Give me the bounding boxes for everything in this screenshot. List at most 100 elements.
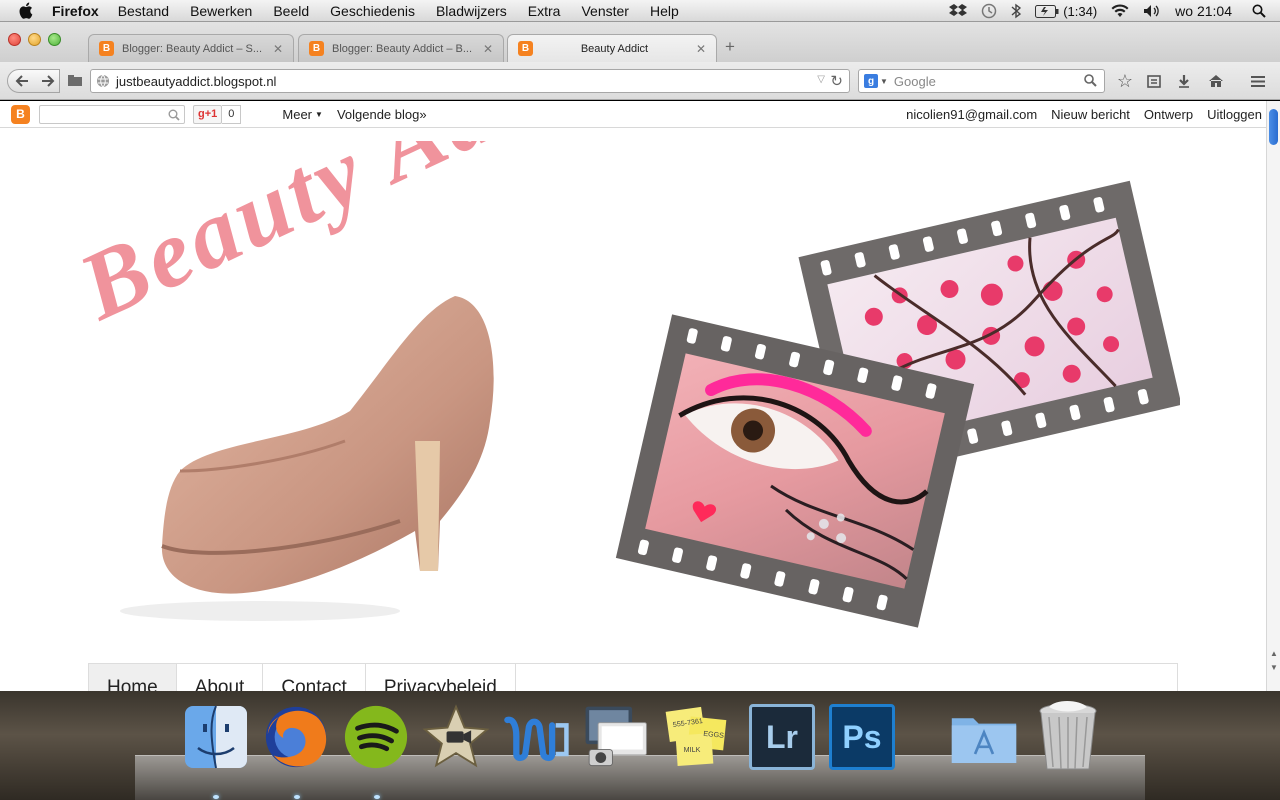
dropbox-icon[interactable] [949, 4, 968, 18]
applications-folder-icon[interactable] [950, 703, 1018, 771]
running-indicator-finder [213, 795, 219, 799]
search-icon[interactable] [168, 109, 180, 121]
tab-blogger-settings[interactable]: B Blogger: Beauty Addict – S... ✕ [88, 34, 294, 62]
new-tab-button[interactable]: + [725, 37, 735, 57]
wifi-icon[interactable] [1111, 4, 1129, 18]
blog-header-image[interactable]: Beauty Addict [60, 101, 1182, 661]
tab-strip: B Blogger: Beauty Addict – S... ✕ B Blog… [0, 22, 1280, 62]
blogger-favicon-icon: B [99, 41, 114, 56]
tab-title: Beauty Addict [580, 42, 649, 55]
trash-icon[interactable] [1034, 701, 1102, 771]
navigation-toolbar: justbeautyaddict.blogspot.nl ▽ ↻ g ▼ Goo… [0, 62, 1280, 100]
design-link[interactable]: Ontwerp [1144, 107, 1193, 122]
next-blog-link[interactable]: Volgende blog» [337, 107, 427, 122]
app-name-menu[interactable]: Firefox [52, 3, 99, 19]
dock: 555-7361 EGGS MILK Lr Ps [0, 691, 1280, 800]
tab-blogger-posts[interactable]: B Blogger: Beauty Addict – B... ✕ [298, 34, 504, 62]
nav-about[interactable]: About [177, 664, 264, 691]
bookmarks-menu-icon[interactable] [1143, 69, 1165, 93]
nav-privacy[interactable]: Privacybeleid [366, 664, 516, 691]
blogger-logo-icon[interactable]: B [11, 104, 30, 124]
close-tab-icon[interactable]: ✕ [696, 42, 706, 56]
menu-extra[interactable]: Extra [528, 3, 561, 19]
search-bar[interactable]: g ▼ Google [858, 69, 1105, 93]
search-placeholder: Google [893, 73, 936, 89]
menu-venster[interactable]: Venster [581, 3, 628, 19]
photoshop-label: Ps [829, 704, 895, 770]
menu-help[interactable]: Help [650, 3, 679, 19]
chevron-down-icon: ▼ [315, 109, 323, 119]
new-post-link[interactable]: Nieuw bericht [1051, 107, 1130, 122]
clock[interactable]: wo 21:04 [1175, 3, 1232, 19]
page-content: B g+1 0 Meer ▼ Volgende blog» nicolien91… [0, 101, 1266, 691]
home-icon[interactable] [1205, 69, 1227, 93]
blogger-favicon-icon: B [309, 41, 324, 56]
more-label: Meer [282, 106, 313, 122]
search-go-icon[interactable] [1084, 74, 1097, 87]
close-tab-icon[interactable]: ✕ [273, 42, 283, 56]
nav-contact[interactable]: Contact [263, 664, 366, 691]
account-email[interactable]: nicolien91@gmail.com [906, 107, 1037, 122]
menu-bewerken[interactable]: Bewerken [190, 3, 252, 19]
downloads-icon[interactable] [1173, 69, 1195, 93]
bookmark-star-icon[interactable]: ☆ [1114, 69, 1136, 93]
zoom-window-button[interactable] [48, 33, 61, 46]
menu-bar: Firefox Bestand Bewerken Beeld Geschiede… [0, 0, 1280, 22]
time-machine-icon[interactable] [981, 3, 997, 19]
google-plus-one-button[interactable]: g+1 [193, 104, 223, 124]
url-text[interactable]: justbeautyaddict.blogspot.nl [116, 74, 276, 89]
more-menu[interactable]: Meer ▼ [282, 107, 323, 122]
close-tab-icon[interactable]: ✕ [483, 42, 493, 56]
url-dropdown-icon[interactable]: ▽ [817, 74, 825, 85]
lightroom-label: Lr [749, 704, 815, 770]
stickies-icon[interactable]: 555-7361 EGGS MILK [664, 703, 732, 771]
blog-title: Beauty Addict [63, 141, 658, 340]
blogger-favicon-icon: B [518, 41, 533, 56]
imovie-icon[interactable] [422, 703, 490, 771]
scrollbar-thumb[interactable] [1269, 109, 1278, 145]
menu-bestand[interactable]: Bestand [118, 3, 169, 19]
blog-nav-tabs: Home About Contact Privacybeleid [88, 663, 1178, 691]
menu-geschiedenis[interactable]: Geschiedenis [330, 3, 415, 19]
scroll-up-arrow-icon[interactable]: ▲ [1270, 649, 1278, 658]
back-button[interactable] [7, 69, 37, 93]
menu-bladwijzers[interactable]: Bladwijzers [436, 3, 507, 19]
menu-beeld[interactable]: Beeld [273, 3, 309, 19]
lightroom-icon[interactable]: Lr [748, 703, 816, 771]
plus-one-count: 0 [222, 104, 242, 124]
google-engine-icon[interactable]: g ▼ [864, 74, 888, 88]
photoshop-icon[interactable]: Ps [828, 703, 896, 771]
site-identity-icon[interactable] [96, 74, 110, 88]
running-indicator-firefox [294, 795, 300, 799]
firefox-icon[interactable] [262, 703, 330, 771]
sticky-note-milk: MILK [684, 746, 701, 754]
battery-time: (1:34) [1063, 3, 1098, 19]
header-artwork: Beauty Addict [63, 101, 1182, 628]
shoe-illustration [120, 296, 494, 621]
scroll-down-arrow-icon[interactable]: ▼ [1270, 663, 1278, 672]
reload-icon[interactable]: ↻ [830, 72, 843, 90]
menu-hamburger-icon[interactable] [1245, 69, 1271, 93]
minimize-window-button[interactable] [28, 33, 41, 46]
volume-icon[interactable] [1143, 4, 1161, 18]
bluetooth-icon[interactable] [1011, 3, 1022, 19]
tab-groups-icon[interactable] [64, 69, 86, 93]
vertical-scrollbar[interactable]: ▲ ▼ [1266, 101, 1280, 691]
running-indicator-spotify [374, 795, 380, 799]
spotify-icon[interactable] [342, 703, 410, 771]
spotlight-search-icon[interactable] [1252, 4, 1266, 18]
apple-menu-icon[interactable] [18, 2, 38, 19]
forward-button[interactable] [36, 69, 60, 93]
screenshot-icon[interactable] [582, 703, 650, 771]
word-icon[interactable] [502, 703, 570, 771]
battery-status[interactable]: (1:34) [1035, 4, 1097, 19]
logout-link[interactable]: Uitloggen [1207, 107, 1262, 122]
tab-title: Blogger: Beauty Addict – B... [332, 42, 473, 55]
blogger-navbar: B g+1 0 Meer ▼ Volgende blog» nicolien91… [0, 101, 1266, 128]
blog-search-input[interactable] [39, 104, 185, 124]
close-window-button[interactable] [8, 33, 21, 46]
finder-icon[interactable] [182, 703, 250, 771]
url-bar[interactable]: justbeautyaddict.blogspot.nl ▽ ↻ [90, 69, 850, 93]
nav-home[interactable]: Home [89, 664, 177, 691]
tab-beauty-addict[interactable]: B Beauty Addict ✕ [507, 34, 717, 62]
